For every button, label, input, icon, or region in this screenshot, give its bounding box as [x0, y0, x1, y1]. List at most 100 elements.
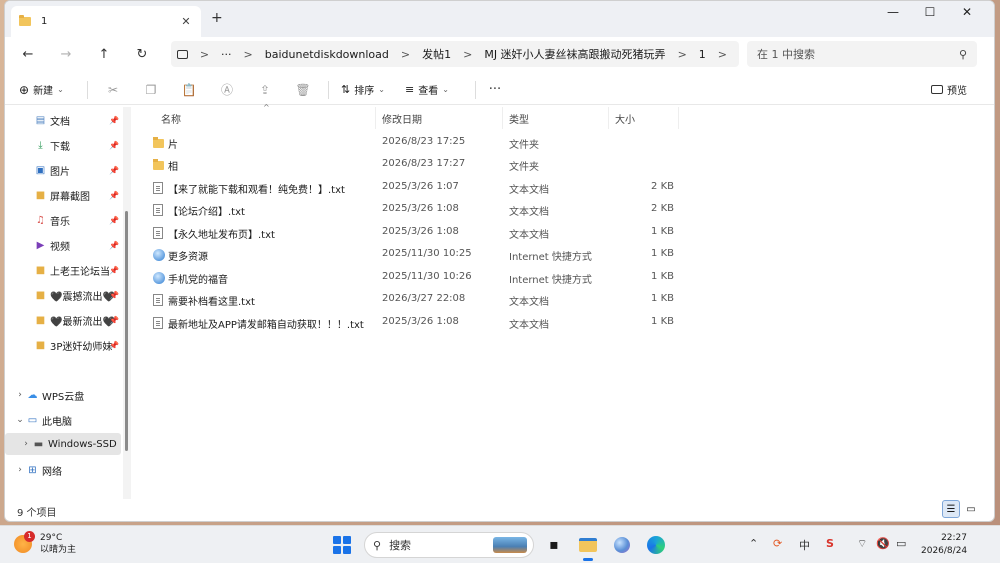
copy-icon[interactable]: ❐: [132, 83, 170, 97]
text-file-icon: [153, 227, 163, 239]
chevron-down-icon[interactable]: ⌄: [13, 415, 27, 425]
sidebar-item-folder[interactable]: ■ 上老王论坛当 📌: [5, 259, 121, 281]
app-icon[interactable]: [611, 534, 633, 556]
delete-icon[interactable]: 🗑: [284, 83, 322, 97]
sidebar-item-label: 🖤震撼流出🖤: [50, 291, 115, 303]
sort-label: 排序: [354, 86, 375, 97]
pin-icon: 📌: [109, 165, 119, 175]
scrollbar-thumb[interactable]: [125, 211, 128, 451]
volume-muted-icon[interactable]: 🔇: [876, 537, 890, 550]
breadcrumb-overflow-button[interactable]: ···: [221, 48, 232, 61]
minimize-button[interactable]: —: [881, 5, 905, 19]
file-row[interactable]: 【永久地址发布页】.txt 2025/3/26 1:08 文本文档 1 KB: [135, 222, 680, 244]
address-bar[interactable]: > ··· > baidunetdiskdownload > 发帖1 > MJ …: [171, 41, 739, 67]
maximize-button[interactable]: ☐: [918, 5, 942, 19]
breadcrumb-item[interactable]: baidunetdiskdownload: [265, 48, 389, 61]
search-icon: ⚲: [958, 47, 967, 61]
file-row[interactable]: 需要补档看这里.txt 2026/3/27 22:08 文本文档 1 KB: [135, 289, 680, 311]
sidebar-item-label: 上老王论坛当: [50, 266, 110, 278]
sync-icon[interactable]: ⟳: [773, 537, 782, 550]
cut-icon[interactable]: ✂: [94, 83, 132, 97]
forward-button[interactable]: →: [47, 47, 85, 62]
sidebar-item-documents[interactable]: ▤ 文档 📌: [5, 109, 121, 131]
paste-icon[interactable]: 📋: [170, 83, 208, 97]
taskbar-search[interactable]: ⚲ 搜索: [364, 532, 534, 558]
sidebar-item-this-pc[interactable]: ⌄ ▭ 此电脑: [5, 409, 121, 431]
tab-folder-1[interactable]: 1 ✕: [11, 6, 201, 37]
sidebar-item-folder[interactable]: ■ 🖤震撼流出🖤 📌: [5, 284, 121, 306]
close-tab-icon[interactable]: ✕: [179, 15, 193, 28]
folder-icon: ■: [35, 339, 46, 351]
sidebar-item-music[interactable]: ♫ 音乐 📌: [5, 209, 121, 231]
sidebar-item-pictures[interactable]: ▣ 图片 📌: [5, 159, 121, 181]
start-button[interactable]: [333, 536, 351, 554]
chevron-right-icon[interactable]: ›: [13, 390, 27, 400]
clock-date: 2026/8/24: [921, 546, 968, 556]
details-view-icon: ☰: [946, 503, 956, 515]
sidebar-item-folder[interactable]: ■ 3P迷奸幼师妹 📌: [5, 334, 121, 356]
sidebar-item-screenshots[interactable]: ■ 屏幕截图 📌: [5, 184, 121, 206]
file-type: 文本文档: [509, 207, 549, 218]
breadcrumb-item[interactable]: MJ 迷奸小人妻丝袜高跟搬动死猪玩弄: [484, 46, 665, 62]
plus-icon: ⊕: [19, 82, 30, 97]
ime-indicator[interactable]: 中: [799, 537, 810, 553]
file-row[interactable]: 手机党的福音 2025/11/30 10:26 Internet 快捷方式 1 …: [135, 267, 680, 289]
sidebar-item-windows-ssd[interactable]: › ▬ Windows-SSD: [5, 433, 121, 455]
file-row[interactable]: 相 2026/8/23 17:27 文件夹: [135, 154, 680, 176]
column-header-name[interactable]: 名称: [155, 107, 376, 129]
sidebar-item-videos[interactable]: ▶ 视频 📌: [5, 234, 121, 256]
chevron-right-icon[interactable]: ›: [13, 465, 27, 475]
file-row[interactable]: 最新地址及APP请发邮箱自动获取！！！.txt 2025/3/26 1:08 文…: [135, 312, 680, 334]
more-options-button[interactable]: ···: [482, 82, 508, 97]
file-row[interactable]: 【来了就能下载和观看！纯免费！】.txt 2025/3/26 1:07 文本文档…: [135, 177, 680, 199]
file-explorer-icon[interactable]: [577, 534, 599, 561]
sidebar-scrollbar[interactable]: [123, 107, 131, 499]
toolbar-divider: [87, 80, 88, 99]
breadcrumb-item[interactable]: 发帖1: [422, 46, 451, 62]
system-clock[interactable]: 22:27 2026/8/24: [921, 532, 967, 558]
file-name: 手机党的福音: [168, 275, 228, 286]
preview-pane-button[interactable]: 预览: [931, 82, 967, 97]
task-view-icon[interactable]: ▪: [543, 534, 565, 556]
folder-icon: [153, 137, 164, 148]
up-button[interactable]: ↑: [85, 47, 123, 62]
sort-button[interactable]: ⇅ 排序 ⌄: [341, 82, 405, 97]
file-size: 2 KB: [651, 181, 674, 192]
column-header-date[interactable]: 修改日期: [376, 107, 503, 129]
file-row[interactable]: 更多资源 2025/11/30 10:25 Internet 快捷方式 1 KB: [135, 244, 680, 266]
battery-icon[interactable]: ▭: [896, 537, 906, 550]
sidebar-item-label: 屏幕截图: [50, 191, 90, 203]
refresh-button[interactable]: ↻: [123, 47, 161, 62]
wps-tray-icon[interactable]: S: [826, 537, 834, 550]
sidebar-item-network[interactable]: › ⊞ 网络: [5, 459, 121, 481]
download-icon: ⤓: [38, 139, 43, 151]
weather-widget[interactable]: 1 29°C 以晴为主: [14, 531, 76, 556]
new-button[interactable]: ⊕ 新建 ⌄: [19, 82, 81, 98]
rename-icon[interactable]: Ⓐ: [208, 81, 246, 98]
wifi-icon[interactable]: ⌔: [857, 537, 867, 551]
column-header-type[interactable]: 类型: [503, 107, 609, 129]
tab-bar: 1 ✕ + — ☐ ✕: [5, 1, 994, 37]
sidebar-item-wps-cloud[interactable]: › ☁ WPS云盘: [5, 384, 121, 406]
edge-browser-icon[interactable]: [645, 534, 667, 556]
chevron-right-icon[interactable]: ›: [19, 439, 33, 449]
new-tab-button[interactable]: +: [211, 10, 223, 26]
breadcrumb-item[interactable]: 1: [699, 48, 706, 61]
close-window-button[interactable]: ✕: [955, 5, 979, 19]
share-icon[interactable]: ⇪: [246, 83, 284, 97]
details-view-button[interactable]: ☰: [942, 500, 960, 518]
view-button[interactable]: ≡ 查看 ⌄: [405, 82, 469, 97]
file-row[interactable]: 【论坛介绍】.txt 2025/3/26 1:08 文本文档 2 KB: [135, 199, 680, 221]
search-input[interactable]: 在 1 中搜索 ⚲: [747, 41, 977, 67]
column-header-size[interactable]: 大小: [609, 107, 679, 129]
sidebar-item-folder[interactable]: ■ 🖤最新流出🖤 📌: [5, 309, 121, 331]
file-name: 【来了就能下载和观看！纯免费！】.txt: [168, 185, 345, 196]
preview-pane-icon: [931, 85, 943, 94]
file-size: 1 KB: [651, 316, 674, 327]
tiles-view-button[interactable]: ▭: [962, 500, 980, 518]
sidebar-item-downloads[interactable]: ⤓ 下载 📌: [5, 134, 121, 156]
back-button[interactable]: ←: [9, 47, 47, 62]
folder-icon: ■: [35, 264, 46, 276]
file-row[interactable]: 片 2026/8/23 17:25 文件夹: [135, 132, 680, 154]
show-hidden-icons-button[interactable]: ⌃: [749, 537, 758, 550]
